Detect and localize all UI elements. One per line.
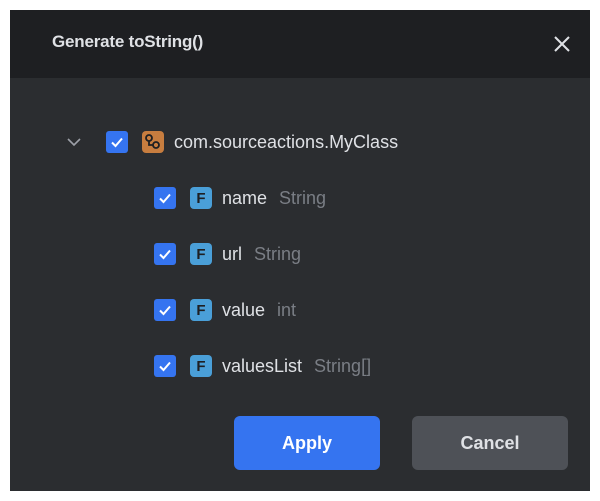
field-row-valueslist[interactable]: F valuesList String[] xyxy=(154,348,371,384)
field-type: int xyxy=(277,299,297,320)
field-type: String[] xyxy=(314,355,372,376)
field-row-name[interactable]: F name String xyxy=(154,180,326,216)
generate-tostring-dialog: Generate toString() com.sourceactions.My… xyxy=(10,10,590,491)
checkmark-icon xyxy=(111,137,123,148)
field-name: name xyxy=(222,187,268,208)
field-checkbox[interactable] xyxy=(154,243,176,265)
cancel-button[interactable]: Cancel xyxy=(412,416,568,470)
field-name: value xyxy=(222,299,266,320)
field-name: url xyxy=(222,243,243,264)
field-row-url[interactable]: F url String xyxy=(154,236,301,272)
dialog-title: Generate toString() xyxy=(52,32,204,51)
checkmark-icon xyxy=(159,361,171,372)
field-icon: F xyxy=(190,187,212,209)
field-type: String xyxy=(254,243,302,264)
root-checkbox[interactable] xyxy=(106,131,128,153)
dialog-header: Generate toString() xyxy=(10,10,590,78)
checkmark-icon xyxy=(159,249,171,260)
field-icon: F xyxy=(190,355,212,377)
class-name: com.sourceactions.MyClass xyxy=(174,131,399,152)
field-icon: F xyxy=(190,243,212,265)
checkmark-icon xyxy=(159,305,171,316)
field-name: valuesList xyxy=(222,355,303,376)
chevron-down-icon[interactable] xyxy=(64,132,84,152)
checkmark-icon xyxy=(159,193,171,204)
field-row-value[interactable]: F value int xyxy=(154,292,296,328)
field-checkbox[interactable] xyxy=(154,299,176,321)
class-glyph-icon xyxy=(145,134,160,149)
field-checkbox[interactable] xyxy=(154,355,176,377)
field-checkbox[interactable] xyxy=(154,187,176,209)
class-icon xyxy=(142,131,164,153)
tree-root-row[interactable]: com.sourceactions.MyClass xyxy=(64,124,398,160)
close-button[interactable] xyxy=(548,30,576,58)
apply-button[interactable]: Apply xyxy=(234,416,380,470)
close-icon xyxy=(554,36,570,52)
field-type: String xyxy=(279,187,327,208)
field-icon: F xyxy=(190,299,212,321)
